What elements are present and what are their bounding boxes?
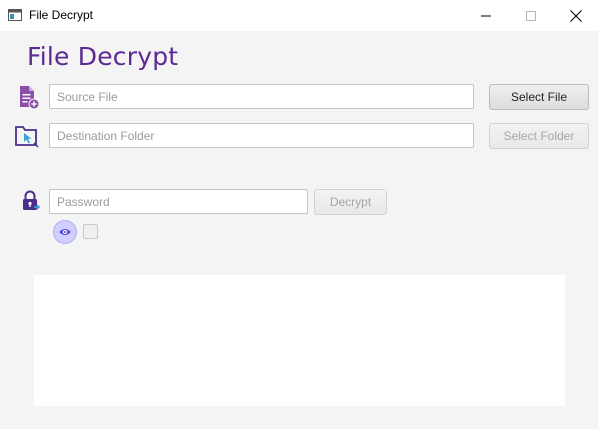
show-password-toggle[interactable] (53, 220, 77, 244)
file-add-icon (20, 86, 40, 110)
folder-select-icon (15, 126, 39, 148)
password-input[interactable] (49, 189, 308, 214)
select-folder-button[interactable]: Select Folder (489, 123, 589, 149)
output-text-area[interactable] (34, 275, 565, 406)
title-bar: File Decrypt (0, 0, 598, 31)
eye-icon (59, 229, 71, 235)
decrypt-button[interactable]: Decrypt (314, 189, 387, 215)
lock-icon (23, 190, 41, 210)
maximize-button[interactable] (508, 0, 554, 31)
close-button[interactable] (553, 0, 598, 31)
show-password-checkbox[interactable] (83, 224, 98, 239)
source-file-input[interactable] (49, 84, 474, 109)
app-icon (8, 9, 22, 21)
close-icon (570, 9, 582, 22)
maximize-icon (526, 10, 536, 21)
destination-folder-input[interactable] (49, 123, 474, 148)
minimize-icon (481, 15, 491, 16)
window-title: File Decrypt (29, 8, 94, 22)
minimize-button[interactable] (463, 0, 509, 31)
page-title: File Decrypt (27, 42, 179, 71)
select-file-button[interactable]: Select File (489, 84, 589, 110)
